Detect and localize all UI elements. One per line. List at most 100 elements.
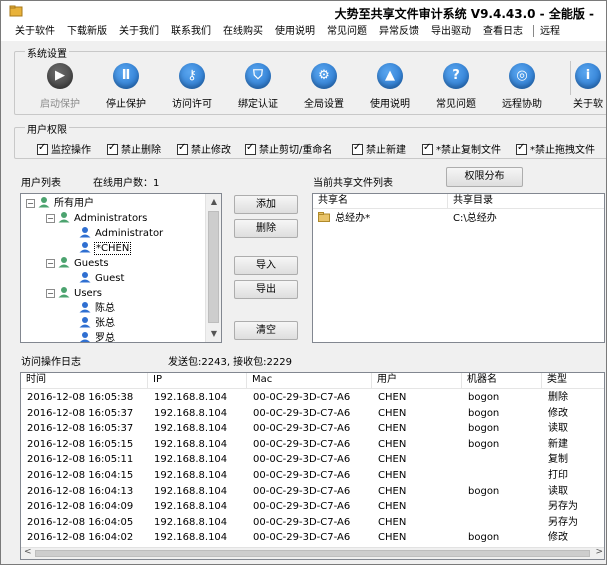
permission-checkbox[interactable]: 禁止删除 bbox=[107, 141, 161, 156]
scroll-thumb[interactable] bbox=[35, 550, 590, 557]
checkbox-checked-icon[interactable] bbox=[37, 142, 48, 155]
table-row[interactable]: 2016-12-08 16:04:15 192.168.8.104 00-0C-29… bbox=[21, 468, 604, 483]
tool-label: 启动保护 bbox=[40, 99, 80, 110]
menu-item[interactable]: 远程 bbox=[534, 23, 566, 41]
tool-button-question[interactable]: ? 常见问题 bbox=[423, 63, 489, 110]
tool-button-shield[interactable]: ⛉ 绑定认证 bbox=[225, 63, 291, 110]
collapse-icon[interactable]: − bbox=[46, 259, 55, 268]
tool-button-play: ▶ 启动保护 bbox=[27, 63, 93, 110]
checkbox-checked-icon[interactable] bbox=[245, 142, 256, 155]
log-column-header[interactable]: 用户 bbox=[372, 373, 462, 388]
collapse-icon[interactable]: − bbox=[46, 214, 55, 223]
permission-label: 监控操作 bbox=[51, 145, 91, 156]
table-cell: 192.168.8.104 bbox=[154, 407, 228, 419]
checkbox-checked-icon[interactable] bbox=[422, 142, 433, 155]
menu-item[interactable]: 关于软件 bbox=[1, 23, 61, 41]
table-row[interactable]: 2016-12-08 16:04:09 192.168.8.104 00-0C-29… bbox=[21, 499, 604, 514]
column-share-dir[interactable]: 共享目录 bbox=[448, 194, 604, 209]
collapse-icon[interactable]: − bbox=[26, 199, 35, 208]
permission-distribution-button[interactable]: 权限分布 bbox=[446, 167, 523, 187]
tree-user[interactable]: 陈总 bbox=[78, 301, 115, 316]
table-row[interactable]: 2016-12-08 16:05:38 192.168.8.104 00-0C-29… bbox=[21, 390, 604, 405]
checkbox-checked-icon[interactable] bbox=[107, 142, 118, 155]
share-name: 总经办* bbox=[335, 213, 371, 224]
tree-user[interactable]: 罗总 bbox=[78, 331, 115, 342]
tree-root-all-users[interactable]: − 所有用户 bbox=[26, 196, 94, 211]
permission-label: 禁止修改 bbox=[191, 145, 231, 156]
permission-checkbox[interactable]: 禁止修改 bbox=[177, 141, 231, 156]
table-row[interactable]: 2016-12-08 16:05:37 192.168.8.104 00-0C-29… bbox=[21, 406, 604, 421]
toolbar: ▶ 启动保护 Ⅱ 停止保护 ⚷ 访问许可 ⛉ 绑定认证 ⚙ 全局设置 ▲ 使用说明? 常见问题 ◎ 远程协助… bbox=[27, 63, 606, 110]
scroll-thumb[interactable] bbox=[208, 211, 219, 323]
tool-button-pause[interactable]: Ⅱ 停止保护 bbox=[93, 63, 159, 110]
tool-button-graduation-cap[interactable]: ▲ 使用说明 bbox=[357, 63, 423, 110]
menu-item[interactable]: 下载新版 bbox=[61, 23, 113, 41]
delete-button[interactable]: 删除 bbox=[234, 219, 298, 238]
permission-checkbox[interactable]: 禁止剪切/重命名 bbox=[245, 141, 332, 156]
collapse-icon[interactable]: − bbox=[46, 289, 55, 298]
menu-item[interactable]: 常见问题 bbox=[321, 23, 373, 41]
table-cell: CHEN bbox=[378, 454, 407, 466]
menu-item[interactable]: 联系我们 bbox=[165, 23, 217, 41]
tree-user[interactable]: Guest bbox=[78, 271, 124, 286]
tree-user[interactable]: 张总 bbox=[78, 316, 115, 331]
menu-item[interactable]: 使用说明 bbox=[269, 23, 321, 41]
user-tree-scrollbar[interactable]: ▲ ▼ bbox=[205, 194, 221, 342]
add-button[interactable]: 添加 bbox=[234, 195, 298, 214]
menu-item[interactable]: 关于我们 bbox=[113, 23, 165, 41]
tree-user[interactable]: *CHEN bbox=[78, 241, 132, 256]
menu-item[interactable]: 查看日志 bbox=[477, 23, 529, 41]
table-cell: CHEN bbox=[378, 438, 407, 450]
access-log-table[interactable]: 时间 IP Mac 用户 机器名 类型 2016-12-08 16:05:38 192.16… bbox=[20, 372, 605, 560]
menu-item[interactable]: 异常反馈 bbox=[373, 23, 425, 41]
tool-button-info[interactable]: i 关于软 bbox=[555, 63, 606, 110]
log-column-header[interactable]: 时间 bbox=[21, 373, 148, 388]
permission-checkbox[interactable]: *禁止复制文件 bbox=[422, 141, 501, 156]
permission-checkbox[interactable]: 监控操作 bbox=[37, 141, 91, 156]
tool-button-gear[interactable]: ⚙ 全局设置 bbox=[291, 63, 357, 110]
menu-item[interactable]: 导出驱动 bbox=[425, 23, 477, 41]
table-row[interactable]: 2016-12-08 16:05:37 192.168.8.104 00-0C-29… bbox=[21, 421, 604, 436]
table-row[interactable]: 2016-12-08 16:04:02 192.168.8.104 00-0C-29… bbox=[21, 530, 604, 545]
shared-files-header: 共享名 共享目录 bbox=[313, 194, 604, 209]
tree-node-label: 陈总 bbox=[95, 303, 115, 314]
clear-button[interactable]: 清空 bbox=[234, 321, 298, 340]
tool-button-key[interactable]: ⚷ 访问许可 bbox=[159, 63, 225, 110]
tree-group[interactable]: − Administrators bbox=[46, 211, 147, 226]
table-cell: 00-0C-29-3D-C7-A6 bbox=[253, 423, 351, 435]
gear-icon: ⚙ bbox=[311, 63, 337, 89]
menu-item[interactable]: 在线购买 bbox=[217, 23, 269, 41]
checkbox-checked-icon[interactable] bbox=[352, 142, 363, 155]
log-column-header[interactable]: 类型 bbox=[542, 373, 604, 388]
export-button[interactable]: 导出 bbox=[234, 280, 298, 299]
table-row[interactable]: 2016-12-08 16:05:11 192.168.8.104 00-0C-29… bbox=[21, 452, 604, 467]
scroll-left-arrow-icon[interactable]: < bbox=[24, 547, 32, 557]
checkbox-checked-icon[interactable] bbox=[177, 142, 188, 155]
user-icon bbox=[78, 271, 92, 283]
permission-checkbox[interactable]: *禁止拖拽文件 bbox=[516, 141, 595, 156]
scroll-up-arrow-icon[interactable]: ▲ bbox=[206, 194, 221, 210]
checkbox-checked-icon[interactable] bbox=[516, 142, 527, 155]
log-column-header[interactable]: 机器名 bbox=[462, 373, 542, 388]
tool-button-globe[interactable]: ◎ 远程协助 bbox=[489, 63, 555, 110]
shared-files-list[interactable]: 共享名 共享目录 总经办* C:\总经办 bbox=[312, 193, 605, 343]
log-column-header[interactable]: IP bbox=[148, 373, 247, 388]
table-row[interactable]: 2016-12-08 16:04:05 192.168.8.104 00-0C-29… bbox=[21, 515, 604, 530]
permission-label: 禁止剪切/重命名 bbox=[259, 145, 333, 156]
user-tree[interactable]: − 所有用户 − Administrators Administrator *CHEN − G… bbox=[20, 193, 222, 343]
scroll-right-arrow-icon[interactable]: > bbox=[595, 547, 603, 557]
tree-user[interactable]: Administrator bbox=[78, 226, 163, 241]
tree-group[interactable]: − Guests bbox=[46, 256, 109, 271]
import-button[interactable]: 导入 bbox=[234, 256, 298, 275]
table-row[interactable]: 2016-12-08 16:04:13 192.168.8.104 00-0C-29… bbox=[21, 484, 604, 499]
table-row[interactable]: 2016-12-08 16:05:15 192.168.8.104 00-0C-29… bbox=[21, 437, 604, 452]
log-column-header[interactable]: Mac bbox=[247, 373, 372, 388]
table-cell: 192.168.8.104 bbox=[154, 532, 228, 544]
tree-group[interactable]: − Users bbox=[46, 286, 102, 301]
scroll-down-arrow-icon[interactable]: ▼ bbox=[206, 326, 221, 342]
table-cell: 修改 bbox=[548, 407, 568, 419]
permission-checkbox[interactable]: 禁止新建 bbox=[352, 141, 406, 156]
tree-node-label: Administrators bbox=[74, 213, 148, 224]
log-horizontal-scrollbar[interactable]: < > bbox=[21, 547, 604, 559]
column-share-name[interactable]: 共享名 bbox=[313, 194, 448, 209]
